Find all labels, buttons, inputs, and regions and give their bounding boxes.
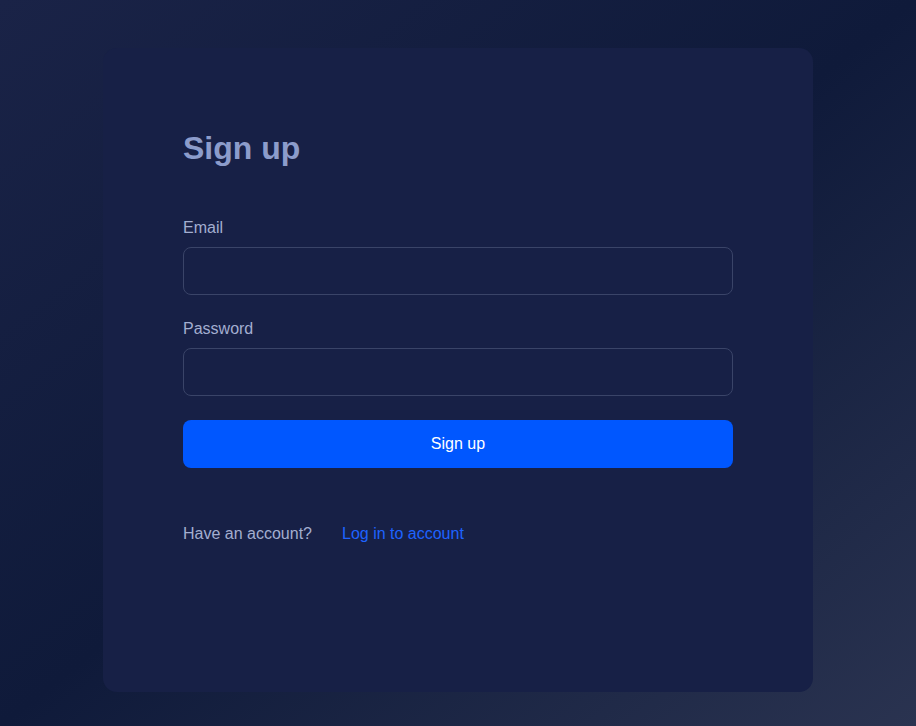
email-input[interactable] (183, 247, 733, 295)
login-link[interactable]: Log in to account (342, 522, 464, 546)
field-label: Password (183, 317, 733, 341)
signup-card: Sign up Email Password Sign up Have an accou… (103, 48, 813, 692)
form-title: Sign up (183, 128, 733, 168)
signup-button[interactable]: Sign up (183, 420, 733, 468)
footer-row: Have an account? Log in to account (183, 522, 733, 546)
password-input[interactable] (183, 348, 733, 396)
background-photo: Sign up Email Password Sign up Have an accou… (0, 0, 916, 726)
field-label: Email (183, 216, 733, 240)
footer-text: Have an account? (183, 522, 312, 546)
